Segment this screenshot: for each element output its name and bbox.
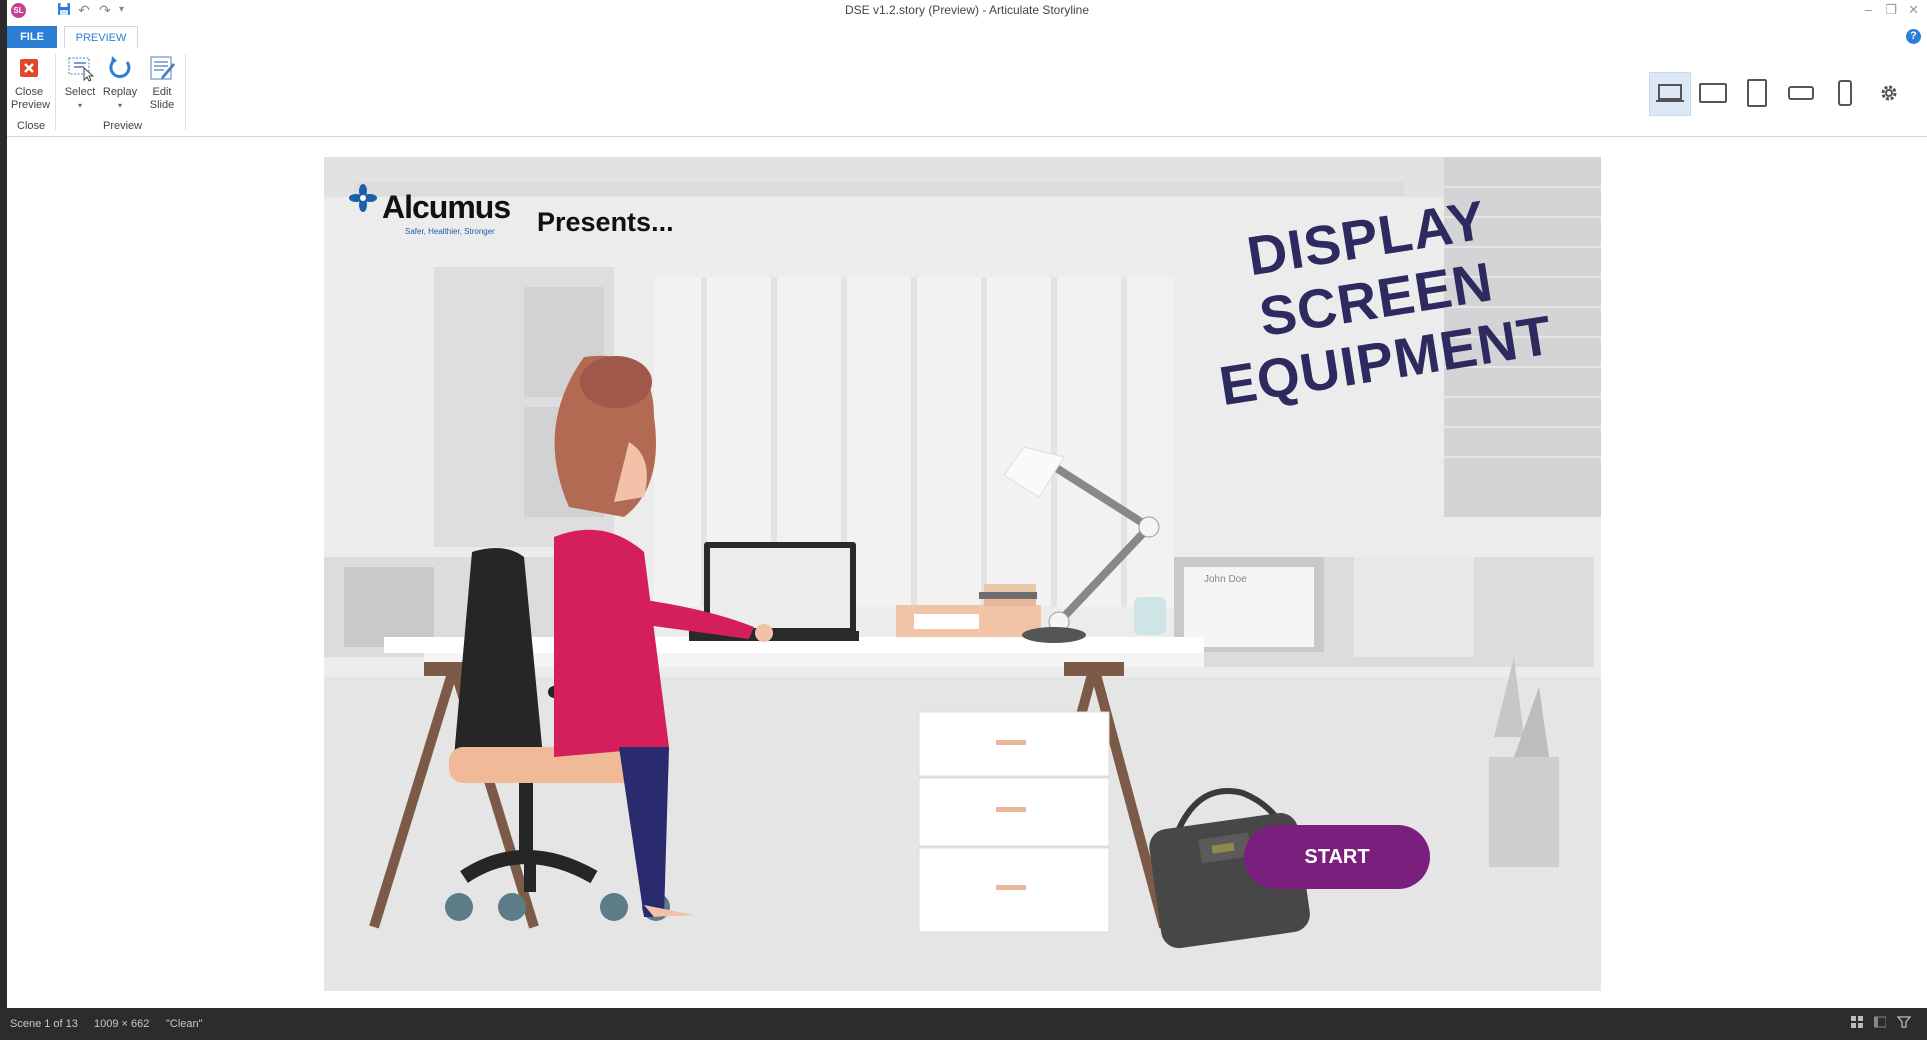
- start-button[interactable]: START: [1244, 825, 1430, 889]
- close-preview-button[interactable]: Close Preview: [11, 54, 51, 112]
- settings-button[interactable]: [1869, 72, 1909, 114]
- select-dropdown-icon[interactable]: ▾: [62, 99, 98, 112]
- alcumus-tagline: Safer, Healthier, Stronger: [405, 227, 495, 236]
- scene-indicator: Scene 1 of 13: [10, 1018, 78, 1030]
- phone-landscape-button[interactable]: [1781, 72, 1821, 114]
- edit-slide-icon: [150, 56, 175, 80]
- replay-dropdown-icon[interactable]: ▾: [102, 99, 138, 112]
- grid-view-icon[interactable]: [1851, 1016, 1863, 1031]
- select-icon: [68, 57, 94, 82]
- window-title: DSE v1.2.story (Preview) - Articulate St…: [844, 3, 1090, 17]
- slide-stage: John Doe Alcumus Safer, Healthier, Stron…: [324, 157, 1601, 991]
- close-preview-icon: [20, 59, 38, 77]
- tablet-portrait-button[interactable]: [1737, 72, 1777, 114]
- tablet-landscape-icon: [1699, 83, 1727, 103]
- ribbon-separator: [55, 54, 56, 130]
- whiteboard-name: John Doe: [1204, 574, 1247, 585]
- preview-group-label: Preview: [103, 120, 143, 132]
- status-bar: Scene 1 of 13 1009 × 662 "Clean": [0, 1008, 1927, 1040]
- theme-state: "Clean": [166, 1018, 203, 1030]
- replay-label: Replay: [102, 86, 138, 98]
- ribbon: Close Preview Close Select ▾ Replay ▾ Ed…: [7, 48, 1927, 137]
- slide-dimensions: 1009 × 662: [94, 1018, 150, 1030]
- ribbon-separator: [185, 54, 186, 130]
- phone-portrait-button[interactable]: [1825, 72, 1865, 114]
- window-left-border: [0, 0, 7, 1040]
- title-bar: SL ↶ ↷ ▾ DSE v1.2.story (Preview) - Arti…: [7, 0, 1927, 22]
- fit-view-icon[interactable]: [1896, 1016, 1912, 1031]
- replay-icon: [109, 56, 131, 78]
- tab-file[interactable]: FILE: [7, 26, 57, 48]
- restore-icon[interactable]: ❐: [1885, 2, 1897, 18]
- alcumus-star-icon: [349, 184, 377, 212]
- tablet-landscape-button[interactable]: [1693, 72, 1733, 114]
- replay-button[interactable]: Replay ▾: [102, 54, 138, 112]
- desktop-view-button[interactable]: [1649, 72, 1691, 116]
- close-window-icon[interactable]: ✕: [1908, 2, 1919, 18]
- edit-slide-button[interactable]: Edit Slide: [144, 54, 180, 112]
- close-preview-label: Close Preview: [11, 86, 51, 111]
- phone-portrait-icon: [1838, 80, 1852, 106]
- laptop-icon: [1656, 84, 1684, 102]
- gear-icon: [1881, 85, 1897, 101]
- minimize-icon[interactable]: –: [1865, 2, 1872, 17]
- help-icon[interactable]: ?: [1906, 29, 1921, 44]
- close-group-label: Close: [17, 120, 46, 132]
- edit-slide-label: Edit Slide: [149, 86, 175, 111]
- select-button[interactable]: Select ▾: [62, 54, 98, 112]
- tab-preview[interactable]: PREVIEW: [64, 26, 138, 50]
- alcumus-brand-text: Alcumus: [382, 189, 511, 225]
- normal-view-icon[interactable]: [1873, 1016, 1887, 1031]
- ribbon-tabs: FILE PREVIEW ?: [7, 26, 1927, 50]
- select-label: Select: [64, 86, 96, 98]
- phone-landscape-icon: [1788, 86, 1814, 100]
- tablet-portrait-icon: [1747, 79, 1767, 107]
- presents-text: Presents...: [537, 207, 674, 237]
